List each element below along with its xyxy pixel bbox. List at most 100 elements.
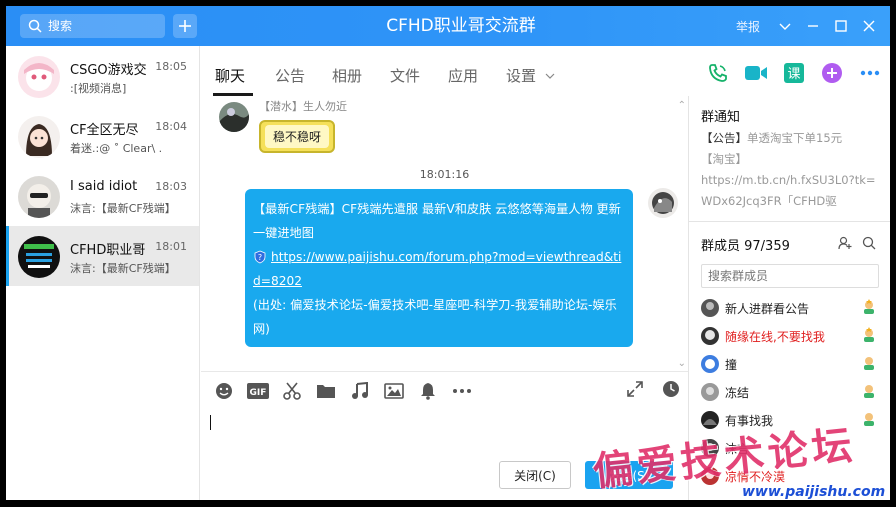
message-bubble[interactable]: 【最新CF残端】CF残端先遣服 最新V和皮肤 云悠悠等海量人物 更新一键进地图 … bbox=[245, 189, 633, 347]
qq-group-chat-window: CFHD职业哥交流群 举报 CSGO游戏交 18:05 :[视频消息] CF全区… bbox=[6, 6, 890, 500]
member-item[interactable]: 新人进群看公告 bbox=[701, 297, 879, 319]
search-box[interactable] bbox=[20, 14, 165, 38]
add-member-icon[interactable] bbox=[838, 236, 852, 250]
admin-badge-icon bbox=[864, 413, 874, 426]
admin-badge-icon bbox=[864, 357, 874, 370]
session-item[interactable]: CF全区无尽 18:04 着迷.:@ ˚ Clear\ . bbox=[6, 106, 199, 166]
notice-prefix: 【公告】 bbox=[701, 131, 747, 145]
session-preview: 沫言:【最新CF残端】 bbox=[70, 202, 176, 215]
admin-badge-icon bbox=[864, 385, 874, 398]
message-timestamp: 18:01:16 bbox=[419, 168, 470, 181]
avatar bbox=[18, 56, 60, 98]
chat-actions: 课 bbox=[706, 61, 882, 85]
sticker-message[interactable]: 稳不稳呀 bbox=[259, 120, 336, 153]
avatar bbox=[701, 411, 719, 429]
avatar bbox=[701, 299, 719, 317]
members-title: 群成员 97/359 bbox=[701, 239, 790, 254]
member-name: 新人进群看公告 bbox=[725, 302, 810, 316]
emoji-icon[interactable] bbox=[213, 380, 235, 402]
tab-chat[interactable]: 聊天 bbox=[215, 65, 245, 86]
member-item[interactable]: 沫言 bbox=[701, 437, 879, 459]
scroll-down-icon[interactable]: ⌄ bbox=[678, 358, 686, 369]
image-icon[interactable] bbox=[383, 380, 405, 402]
avatar bbox=[18, 116, 60, 158]
session-preview: 着迷.:@ ˚ Clear\ . bbox=[70, 142, 163, 155]
tab-settings[interactable]: 设置 bbox=[506, 65, 555, 86]
history-icon[interactable] bbox=[662, 380, 680, 398]
plus-icon bbox=[179, 20, 191, 32]
member-item[interactable]: 撞 bbox=[701, 353, 879, 375]
input-toolbar: GIF bbox=[201, 371, 688, 405]
chevron-down-icon[interactable] bbox=[778, 19, 792, 33]
avatar[interactable] bbox=[219, 102, 249, 132]
member-item[interactable]: 冻结 bbox=[701, 381, 879, 403]
tab-album[interactable]: 相册 bbox=[332, 65, 362, 86]
report-link[interactable]: 举报 bbox=[736, 18, 760, 35]
minimize-icon[interactable] bbox=[806, 19, 820, 33]
session-time: 18:04 bbox=[155, 120, 187, 133]
group-notice-body[interactable]: 【公告】单透淘宝下单15元 【淘宝】 https://m.tb.cn/h.fxS… bbox=[701, 128, 883, 212]
close-icon[interactable] bbox=[862, 19, 876, 33]
add-button[interactable] bbox=[173, 14, 197, 38]
scroll-up-icon[interactable]: ⌃ bbox=[678, 100, 686, 111]
session-name: CSGO游戏交 bbox=[70, 63, 147, 78]
tab-apps[interactable]: 应用 bbox=[448, 65, 478, 86]
message-input[interactable]: 关闭(C) 发送(S) bbox=[201, 405, 688, 500]
window-title: CFHD职业哥交流群 bbox=[386, 16, 536, 36]
group-notice-title: 群通知 bbox=[701, 110, 741, 125]
expand-icon[interactable] bbox=[626, 380, 644, 398]
music-icon[interactable] bbox=[349, 380, 371, 402]
tab-announcement[interactable]: 公告 bbox=[275, 65, 305, 86]
member-item[interactable]: 凉情不冷漠 bbox=[701, 465, 879, 487]
session-name: CFHD职业哥 bbox=[70, 243, 146, 258]
avatar bbox=[701, 327, 719, 345]
session-item[interactable]: I said idiot 18:03 沫言:【最新CF残端】 bbox=[6, 166, 199, 226]
sticker-text: 稳不稳呀 bbox=[265, 125, 330, 148]
svg-text:课: 课 bbox=[787, 67, 800, 82]
search-icon[interactable] bbox=[862, 236, 876, 250]
more-icon[interactable] bbox=[858, 61, 882, 85]
member-name: 凉情不冷漠 bbox=[725, 470, 786, 484]
group-info-panel: 群通知 【公告】单透淘宝下单15元 【淘宝】 https://m.tb.cn/h… bbox=[688, 96, 890, 500]
phone-icon[interactable] bbox=[706, 61, 730, 85]
session-time: 18:01 bbox=[155, 240, 187, 253]
member-item[interactable]: 有事找我 bbox=[701, 409, 879, 431]
tab-files[interactable]: 文件 bbox=[390, 65, 420, 86]
session-list: CSGO游戏交 18:05 :[视频消息] CF全区无尽 18:04 着迷.:@… bbox=[6, 46, 200, 500]
session-name: CF全区无尽 bbox=[70, 123, 139, 138]
svg-text:?: ? bbox=[258, 253, 262, 262]
message-link[interactable]: https://www.paijishu.com/forum.php?mod=v… bbox=[253, 250, 621, 288]
text-caret bbox=[210, 415, 211, 430]
more-icon[interactable] bbox=[451, 380, 473, 402]
message-source: (出处: 偏爱技术论坛-偏爱技术吧-星座吧-科学刀-我爱辅助论坛-娱乐网) bbox=[253, 298, 617, 336]
class-icon[interactable]: 课 bbox=[782, 61, 806, 85]
avatar[interactable] bbox=[648, 188, 678, 218]
member-name: 有事找我 bbox=[725, 414, 774, 428]
shield-icon: ? bbox=[254, 250, 266, 264]
send-button[interactable]: 发送(S) bbox=[585, 461, 673, 489]
chevron-down-icon bbox=[545, 73, 555, 79]
member-search-input[interactable] bbox=[701, 264, 879, 288]
message-link-row: ? https://www.paijishu.com/forum.php?mod=… bbox=[253, 245, 625, 293]
bell-icon[interactable] bbox=[417, 380, 439, 402]
session-item[interactable]: CSGO游戏交 18:05 :[视频消息] bbox=[6, 46, 199, 106]
avatar bbox=[701, 383, 719, 401]
member-actions bbox=[838, 236, 876, 250]
video-icon[interactable] bbox=[744, 61, 768, 85]
window-controls: 举报 bbox=[736, 6, 876, 46]
avatar bbox=[701, 355, 719, 373]
message-text: 【最新CF残端】CF残端先遣服 最新V和皮肤 云悠悠等海量人物 更新一键进地图 bbox=[253, 202, 621, 240]
close-button[interactable]: 关闭(C) bbox=[499, 461, 571, 489]
divider bbox=[689, 221, 890, 222]
session-time: 18:05 bbox=[155, 60, 187, 73]
gif-icon[interactable]: GIF bbox=[247, 380, 269, 402]
scissors-icon[interactable] bbox=[281, 380, 303, 402]
message-sender: 【潜水】生人勿近 bbox=[259, 100, 347, 113]
maximize-icon[interactable] bbox=[834, 19, 848, 33]
add-app-icon[interactable] bbox=[820, 61, 844, 85]
search-input[interactable] bbox=[48, 19, 158, 33]
session-item-active[interactable]: CFHD职业哥 18:01 沫言:【最新CF残端】 bbox=[6, 226, 199, 286]
avatar bbox=[701, 467, 719, 485]
folder-icon[interactable] bbox=[315, 380, 337, 402]
member-item[interactable]: 随缘在线,不要找我 bbox=[701, 325, 879, 347]
